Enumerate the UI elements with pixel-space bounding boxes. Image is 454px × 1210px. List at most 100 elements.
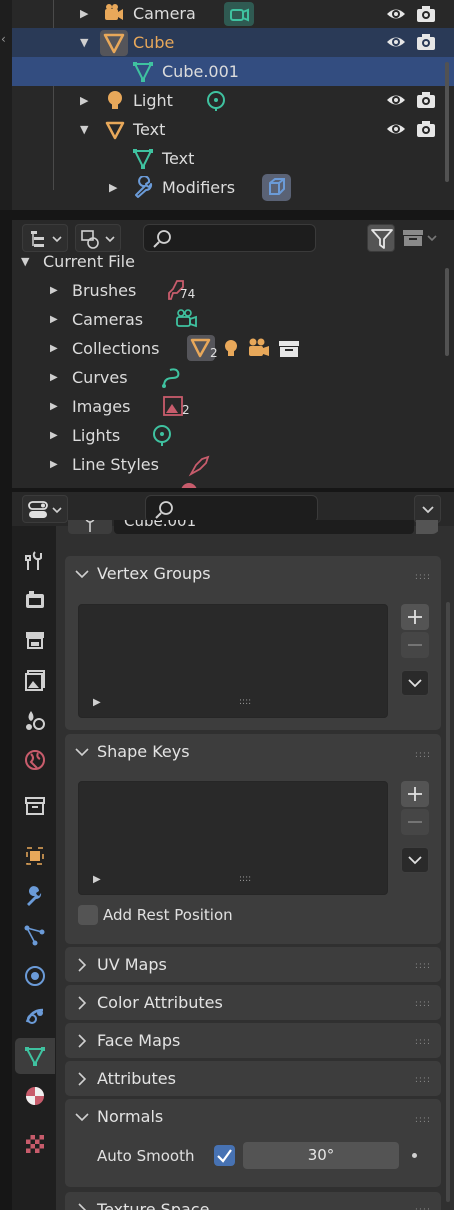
tab-collection[interactable] bbox=[15, 788, 55, 824]
visibility-eye-icon[interactable] bbox=[385, 119, 407, 139]
expand-arrow-icon[interactable]: ▶ bbox=[50, 372, 62, 384]
editor-type-dropdown[interactable] bbox=[22, 495, 68, 523]
tab-texture[interactable] bbox=[15, 1126, 55, 1162]
tab-tool[interactable] bbox=[15, 542, 55, 578]
tree-row-line-styles[interactable]: ▶ Line Styles bbox=[12, 450, 454, 479]
tree-row-lights[interactable]: ▶ Lights bbox=[12, 421, 454, 450]
collapse-arrow-icon[interactable]: ▼ bbox=[80, 124, 92, 136]
list-resize-grip[interactable]: :::: bbox=[239, 874, 251, 884]
drag-grip-icon[interactable]: :::: bbox=[415, 572, 431, 582]
visibility-eye-icon[interactable] bbox=[385, 4, 407, 24]
tab-render[interactable] bbox=[15, 582, 55, 618]
expand-arrow-icon[interactable]: ▶ bbox=[80, 95, 92, 107]
list-expand-arrow-icon[interactable]: ▶ bbox=[93, 874, 101, 885]
visibility-eye-icon[interactable] bbox=[385, 90, 407, 110]
remove-vertex-group-button[interactable] bbox=[401, 632, 429, 658]
tab-material[interactable] bbox=[15, 1078, 55, 1114]
expand-arrow-icon[interactable]: ▶ bbox=[50, 343, 62, 355]
drag-grip-icon[interactable]: :::: bbox=[415, 750, 431, 760]
expand-arrow-icon[interactable]: ▶ bbox=[50, 430, 62, 442]
add-rest-position-checkbox[interactable] bbox=[78, 905, 98, 925]
tab-constraints[interactable] bbox=[15, 998, 55, 1034]
outliner-row-text-data[interactable]: Text bbox=[12, 144, 454, 173]
drag-grip-icon[interactable]: :::: bbox=[415, 1075, 431, 1085]
tab-physics[interactable] bbox=[15, 958, 55, 994]
collapse-arrow-icon[interactable]: ▼ bbox=[80, 37, 92, 49]
shape-key-list[interactable]: ▶ :::: bbox=[78, 781, 388, 895]
outliner-scrollbar[interactable] bbox=[445, 62, 449, 182]
remove-shape-key-button[interactable] bbox=[401, 809, 429, 835]
list-expand-arrow-icon[interactable]: ▶ bbox=[93, 697, 101, 708]
outliner-row-cube-mesh[interactable]: Cube.001 bbox=[12, 57, 454, 86]
panel-face-maps[interactable]: Face Maps :::: bbox=[65, 1023, 441, 1058]
panel-attributes[interactable]: Attributes :::: bbox=[65, 1061, 441, 1096]
keyframe-dot-icon[interactable] bbox=[412, 1153, 417, 1158]
tab-modifiers[interactable] bbox=[15, 878, 55, 914]
drag-grip-icon[interactable]: :::: bbox=[415, 1206, 431, 1210]
tree-row-images[interactable]: ▶ Images 2 bbox=[12, 392, 454, 421]
outliner-row-cube[interactable]: ▼ Cube bbox=[12, 28, 454, 57]
expand-arrow-icon[interactable]: ▶ bbox=[50, 401, 62, 413]
panel-title: Color Attributes bbox=[97, 993, 223, 1012]
drag-grip-icon[interactable]: :::: bbox=[415, 999, 431, 1009]
outliner-row-text[interactable]: ▼ Text bbox=[12, 115, 454, 144]
options-dropdown[interactable] bbox=[414, 495, 441, 523]
auto-smooth-angle-field[interactable]: 30° bbox=[243, 1142, 399, 1169]
expand-arrow-icon[interactable]: ▶ bbox=[50, 459, 62, 471]
outliner-row-modifiers[interactable]: ▶ Modifiers bbox=[12, 173, 454, 202]
wrench-icon bbox=[27, 886, 42, 906]
vertex-group-list[interactable]: ▶ :::: bbox=[78, 604, 388, 718]
tree-row-collections[interactable]: ▶ Collections 2 bbox=[12, 334, 454, 363]
properties-search-input[interactable] bbox=[145, 495, 318, 523]
outliner-row-label: Light bbox=[133, 91, 173, 110]
datablock-dropdown[interactable] bbox=[416, 520, 438, 534]
vertex-group-specials-dropdown[interactable] bbox=[401, 670, 429, 696]
collapse-arrow-icon[interactable]: ‹ bbox=[1, 32, 6, 46]
tab-object[interactable] bbox=[15, 838, 55, 874]
expand-arrow-icon[interactable]: ▶ bbox=[50, 314, 62, 326]
outliner-row-label: Modifiers bbox=[162, 178, 236, 197]
collapse-arrow-icon[interactable]: ▼ bbox=[21, 256, 33, 268]
datablock-selector[interactable]: Cube.001 bbox=[68, 520, 438, 536]
expand-arrow-icon[interactable]: ▶ bbox=[80, 8, 92, 20]
tab-world[interactable] bbox=[15, 742, 55, 778]
list-resize-grip[interactable]: :::: bbox=[239, 697, 251, 707]
expand-arrow-icon[interactable]: ▶ bbox=[109, 182, 121, 194]
add-vertex-group-button[interactable] bbox=[401, 604, 429, 630]
tab-mesh-data[interactable] bbox=[15, 1038, 55, 1074]
camera-data-chip[interactable] bbox=[224, 2, 254, 26]
panel-header[interactable]: Vertex Groups :::: bbox=[65, 556, 441, 592]
panel-uv-maps[interactable]: UV Maps :::: bbox=[65, 947, 441, 982]
light-data-icon[interactable] bbox=[205, 90, 227, 112]
browser-scrollbar[interactable] bbox=[445, 268, 449, 356]
drag-grip-icon[interactable]: :::: bbox=[415, 961, 431, 971]
render-camera-icon[interactable] bbox=[415, 119, 437, 139]
tree-row-brushes[interactable]: ▶ Brushes 74 bbox=[12, 276, 454, 305]
panel-header[interactable]: Shape Keys :::: bbox=[65, 734, 441, 770]
expand-arrow-icon[interactable]: ▶ bbox=[50, 285, 62, 297]
tab-view-layer[interactable] bbox=[15, 662, 55, 698]
render-camera-icon[interactable] bbox=[415, 90, 437, 110]
tree-row-curves[interactable]: ▶ Curves bbox=[12, 363, 454, 392]
visibility-eye-icon[interactable] bbox=[385, 32, 407, 52]
panel-texture-space[interactable]: Texture Space :::: bbox=[65, 1192, 441, 1210]
shape-key-specials-dropdown[interactable] bbox=[401, 847, 429, 873]
add-shape-key-button[interactable] bbox=[401, 781, 429, 807]
tab-particles[interactable] bbox=[15, 918, 55, 954]
outliner-row-light[interactable]: ▶ Light bbox=[12, 86, 454, 115]
properties-scrollbar[interactable] bbox=[446, 602, 450, 1202]
tab-output[interactable] bbox=[15, 622, 55, 658]
panel-header[interactable]: Normals :::: bbox=[65, 1099, 441, 1135]
tab-scene[interactable] bbox=[15, 702, 55, 738]
render-camera-icon[interactable] bbox=[415, 32, 437, 52]
drag-grip-icon[interactable]: :::: bbox=[415, 1037, 431, 1047]
render-camera-icon[interactable] bbox=[415, 4, 437, 24]
modifier-chip[interactable] bbox=[262, 174, 291, 201]
outliner-row-camera[interactable]: ▶ Camera bbox=[12, 0, 454, 29]
panel-title: Shape Keys bbox=[97, 742, 190, 761]
tree-row-cameras[interactable]: ▶ Cameras bbox=[12, 305, 454, 334]
tree-row-current-file[interactable]: ▼ Current File bbox=[12, 248, 454, 277]
drag-grip-icon[interactable]: :::: bbox=[415, 1115, 431, 1125]
panel-color-attributes[interactable]: Color Attributes :::: bbox=[65, 985, 441, 1020]
auto-smooth-checkbox[interactable] bbox=[214, 1145, 235, 1166]
